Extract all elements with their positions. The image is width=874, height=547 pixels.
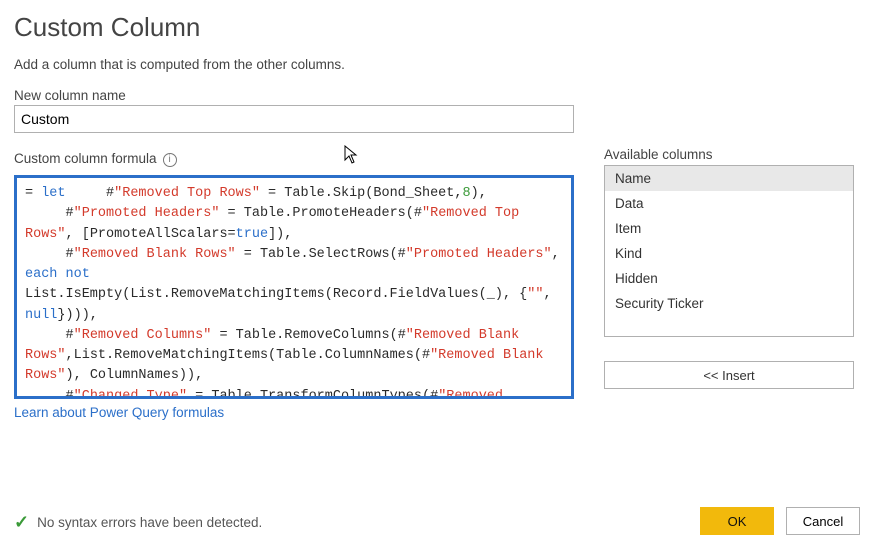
- available-columns-label: Available columns: [604, 147, 854, 162]
- info-icon[interactable]: i: [163, 153, 177, 167]
- insert-button[interactable]: << Insert: [604, 361, 854, 389]
- list-item[interactable]: Item: [605, 216, 853, 241]
- list-item[interactable]: Hidden: [605, 266, 853, 291]
- learn-link[interactable]: Learn about Power Query formulas: [14, 405, 224, 420]
- ok-button[interactable]: OK: [700, 507, 774, 535]
- formula-editor[interactable]: = let #"Removed Top Rows" = Table.Skip(B…: [14, 175, 574, 399]
- new-column-input[interactable]: [14, 105, 574, 133]
- formula-label: Custom column formula: [14, 151, 157, 166]
- eq: =: [25, 186, 41, 201]
- check-icon: ✓: [14, 512, 29, 533]
- list-item[interactable]: Kind: [605, 241, 853, 266]
- new-column-label: New column name: [14, 88, 860, 103]
- list-item[interactable]: Data: [605, 191, 853, 216]
- available-columns-list[interactable]: Name Data Item Kind Hidden Security Tick…: [604, 165, 854, 337]
- dialog-subtitle: Add a column that is computed from the o…: [14, 57, 860, 72]
- list-item[interactable]: Name: [605, 166, 853, 191]
- cancel-button[interactable]: Cancel: [786, 507, 860, 535]
- kw: let: [41, 186, 65, 201]
- status-text: No syntax errors have been detected.: [37, 515, 262, 530]
- dialog-title: Custom Column: [14, 12, 860, 43]
- list-item[interactable]: Security Ticker: [605, 291, 853, 316]
- cursor-icon: [343, 145, 359, 170]
